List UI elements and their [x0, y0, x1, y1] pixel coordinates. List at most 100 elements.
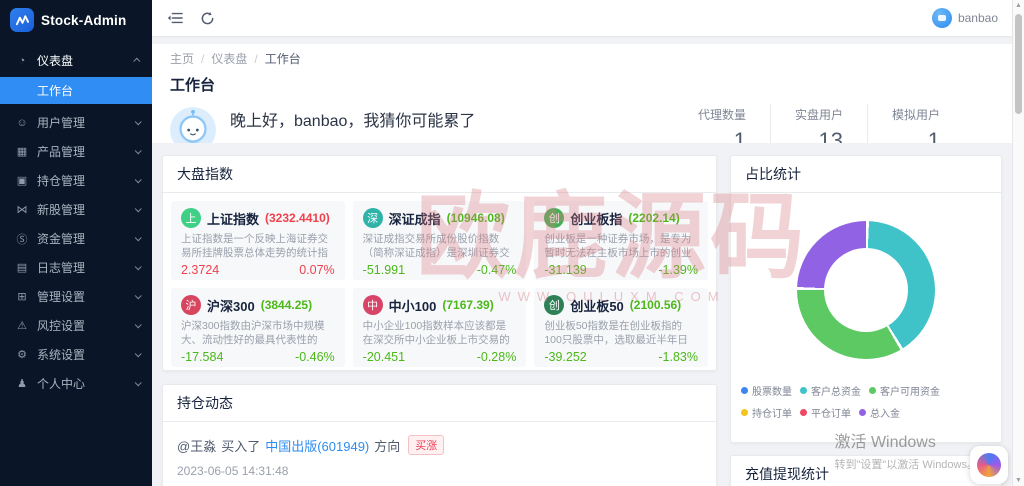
stat-value: 13	[818, 128, 843, 143]
breadcrumb-dashboard[interactable]: 仪表盘	[194, 50, 247, 67]
recharge-panel-title: 充值提现统计	[731, 456, 1001, 486]
stat-value: 1	[927, 128, 940, 143]
legend-item[interactable]: 总入金	[859, 405, 900, 420]
positions-icon: ▣	[16, 175, 28, 187]
legend-label: 持仓订单	[752, 409, 792, 420]
index-card[interactable]: 创 创业板50 (2100.56) 创业板50指数是在创业板指的100只股票中，…	[534, 288, 708, 367]
index-description: 沪深300指数由沪深市场中规模大、流动性好的最具代表性的300只证券组成。	[181, 320, 325, 346]
stock-logo-icon	[10, 8, 34, 32]
legend-item[interactable]: 股票数量	[741, 383, 792, 398]
legend-dot-icon	[741, 387, 748, 394]
sidebar-item[interactable]: ☺ 用户管理	[0, 108, 152, 137]
chevron-down-icon	[134, 147, 142, 155]
position-action: 买入了	[221, 438, 261, 454]
index-change: -39.252	[544, 350, 587, 364]
sidebar-item-workbench-selected[interactable]: 工作台	[0, 77, 152, 104]
sidebar-item-label: 新股管理	[37, 203, 86, 217]
position-direction-label: 方向	[374, 438, 401, 454]
position-list-item: @王淼 买入了 中国出版(601949) 方向 买涨 2023-06-05 14…	[177, 424, 702, 486]
legend-dot-icon	[741, 409, 748, 416]
sidebar-item-label: 仪表盘	[37, 54, 74, 68]
index-value: (3844.25)	[260, 298, 313, 312]
index-card[interactable]: 中 中小100 (7167.39) 中小企业100指数样本应该都是在深交所中小企…	[352, 288, 527, 367]
recharge-panel: 充值提现统计	[730, 455, 1002, 486]
floating-extension-button[interactable]	[970, 446, 1008, 484]
index-change-percent: -0.47%	[476, 263, 517, 277]
stock-link[interactable]: 中国出版(601949)	[265, 436, 369, 455]
greeting-subtext: ——	[230, 140, 475, 144]
sidebar-item-label: 用户管理	[37, 116, 86, 130]
indices-panel: 大盘指数 上 上证指数 (3232.4410) 上证指数是一个反映上海证券交易所…	[162, 155, 717, 371]
index-change: -51.991	[362, 263, 406, 277]
index-name: 上证指数	[207, 211, 260, 227]
legend-item[interactable]: 客户可用资金	[869, 383, 940, 398]
profile-icon: ♟	[17, 378, 27, 390]
index-name: 创业板50	[570, 298, 624, 314]
legend-item[interactable]: 持仓订单	[741, 405, 792, 420]
user-name: banbao	[957, 11, 998, 25]
position-timestamp: 2023-06-05 14:31:48	[177, 464, 289, 478]
stat-value: 1	[733, 128, 746, 143]
sidebar-item[interactable]: ♟ 个人中心	[0, 369, 152, 398]
app-logo[interactable]: Stock-Admin	[0, 0, 152, 40]
positions-list: @王淼 买入了 中国出版(601949) 方向 买涨 2023-06-05 14…	[163, 422, 716, 486]
sidebar-item[interactable]: ▣ 持仓管理	[0, 166, 152, 195]
index-card[interactable]: 上 上证指数 (3232.4410) 上证指数是一个反映上海证券交易所挂牌股票总…	[171, 201, 345, 280]
legend-item[interactable]: 客户总资金	[800, 383, 861, 398]
chevron-down-icon	[134, 263, 142, 271]
indices-panel-title: 大盘指数	[163, 156, 716, 193]
user-menu[interactable]: banbao	[931, 8, 998, 28]
breadcrumb: 主页 仪表盘 工作台	[170, 50, 994, 67]
index-change-percent: -0.28%	[476, 350, 517, 364]
index-description: 创业板50指数是在创业板指的100只股票中，选取最近半年日均成交额排名靠前的	[544, 320, 688, 346]
index-icon: 上	[181, 208, 201, 228]
sidebar-item-label: 持仓管理	[37, 174, 86, 188]
scrollbar-thumb[interactable]	[1015, 14, 1022, 114]
index-card[interactable]: 沪 沪深300 (3844.25) 沪深300指数由沪深市场中规模大、流动性好的…	[171, 288, 345, 367]
sidebar-item[interactable]: ⋈ 新股管理	[0, 195, 152, 224]
sidebar-item-label: 系统设置	[37, 348, 86, 362]
sidebar-item-dashboard[interactable]: ◔ 仪表盘	[0, 46, 152, 75]
index-change-percent: 0.07%	[299, 263, 335, 277]
sidebar-item-label: 工作台	[37, 84, 74, 98]
legend-dot-icon	[800, 409, 807, 416]
index-name: 创业板指	[570, 211, 623, 227]
main-area: banbao 主页 仪表盘 工作台 工作台	[152, 0, 1012, 486]
index-value: (3232.4410)	[265, 211, 330, 225]
breadcrumb-home[interactable]: 主页	[170, 50, 194, 67]
stat-label: 模拟用户	[891, 108, 940, 122]
sidebar-item[interactable]: ⊞ 管理设置	[0, 282, 152, 311]
funds-icon: Ⓢ	[16, 233, 28, 246]
chevron-down-icon	[134, 234, 142, 242]
logs-icon: ▤	[16, 262, 28, 274]
chevron-down-icon	[134, 205, 142, 213]
stat-block: 模拟用户 1	[866, 104, 964, 143]
ratio-panel-title: 占比统计	[731, 156, 1001, 193]
sidebar-item[interactable]: ⚠ 风控设置	[0, 311, 152, 340]
index-card[interactable]: 创 创业板指 (2202.14) 创业板是一种证券市场，是专为暂时无法在主板市场…	[534, 201, 708, 280]
legend-label: 客户总资金	[811, 387, 861, 398]
chevron-down-icon	[134, 118, 142, 126]
sidebar-item[interactable]: ⚙ 系统设置	[0, 340, 152, 369]
scrollbar-down-arrow[interactable]: ▼	[1013, 477, 1024, 484]
sidebar-item[interactable]: ▦ 产品管理	[0, 137, 152, 166]
index-icon: 创	[544, 208, 565, 228]
admin-settings-icon: ⊞	[17, 291, 27, 303]
index-card[interactable]: 深 深证成指 (10946.08) 深证成指交易所成份股价指数（简称深证成指）是…	[352, 201, 527, 280]
users-icon: ☺	[16, 116, 28, 129]
sidebar: Stock-Admin ◔ 仪表盘 工作台 ☺ 用户管理 ▦ 产品管理 ▣ 持仓…	[0, 0, 152, 486]
index-value: (2202.14)	[628, 211, 680, 225]
scrollbar-up-arrow[interactable]: ▲	[1013, 2, 1024, 9]
sidebar-item-label: 管理设置	[37, 290, 86, 304]
legend-dot-icon	[800, 387, 807, 394]
sidebar-item[interactable]: Ⓢ 资金管理	[0, 224, 152, 253]
legend-item[interactable]: 平仓订单	[800, 405, 851, 420]
topbar: banbao	[152, 0, 1012, 36]
sidebar-item-label: 资金管理	[37, 232, 86, 246]
indices-cards: 上 上证指数 (3232.4410) 上证指数是一个反映上海证券交易所挂牌股票总…	[163, 193, 716, 370]
sidebar-item[interactable]: ▤ 日志管理	[0, 253, 152, 282]
menu-fold-icon[interactable]	[166, 9, 184, 27]
refresh-icon[interactable]	[198, 9, 216, 27]
index-change-percent: -1.83%	[658, 350, 698, 364]
vertical-scrollbar[interactable]: ▲ ▼	[1012, 0, 1024, 486]
